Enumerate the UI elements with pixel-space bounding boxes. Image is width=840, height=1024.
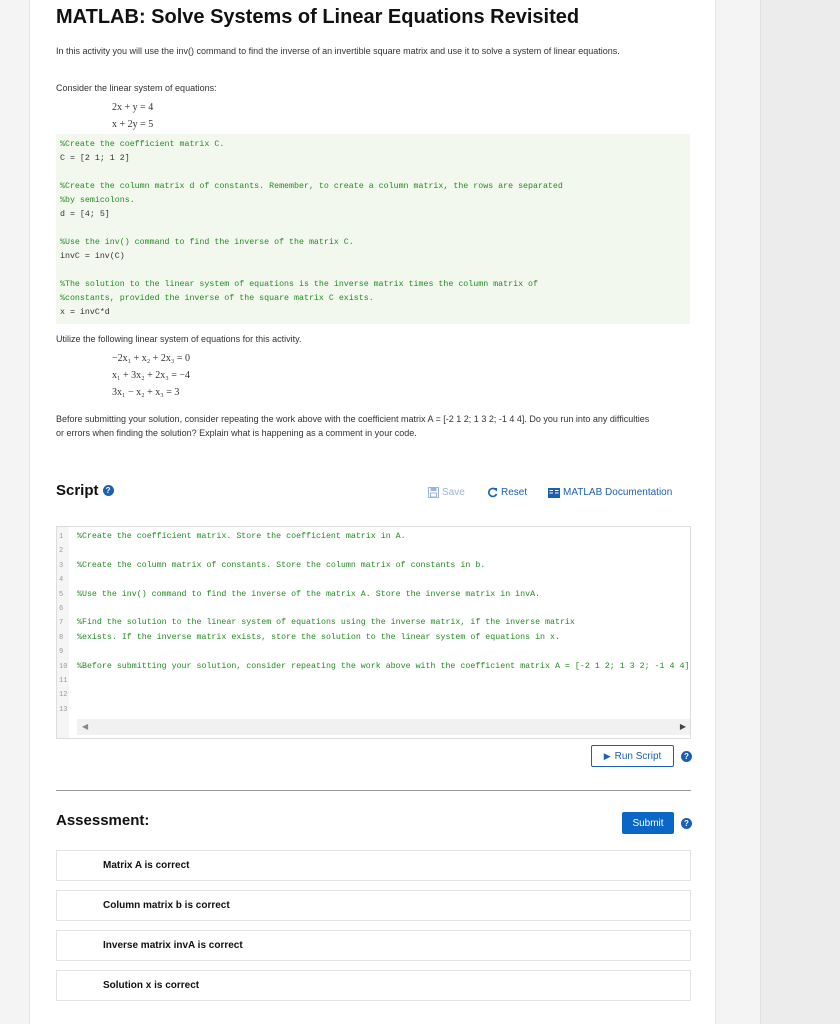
script-code-line[interactable]: %Create the coefficient matrix. Store th… bbox=[77, 532, 406, 541]
code-blank bbox=[60, 264, 686, 278]
line-number: 8 bbox=[59, 633, 64, 642]
line-number: 7 bbox=[59, 619, 64, 628]
before-submit-text: Before submitting your solution, conside… bbox=[56, 414, 650, 438]
scroll-right-icon[interactable]: ▶ bbox=[680, 722, 686, 731]
intro-text: In this activity you will use the inv() … bbox=[56, 46, 620, 56]
right-sidebar bbox=[760, 0, 840, 1024]
run-script-label: Run Script bbox=[614, 750, 662, 762]
script-code-line[interactable]: %exists. If the inverse matrix exists, s… bbox=[77, 633, 560, 642]
activity-equation: x₁ + 3x₂ + 2x₃ = −4 bbox=[112, 370, 191, 381]
script-code-line[interactable]: %Create the column matrix of constants. … bbox=[77, 561, 485, 570]
script-heading: Script bbox=[56, 482, 99, 499]
assessment-item: Matrix A is correct bbox=[56, 850, 691, 881]
documentation-icon bbox=[548, 487, 560, 498]
help-icon[interactable]: ? bbox=[102, 485, 114, 496]
line-number: 5 bbox=[59, 590, 64, 599]
reset-button[interactable]: Reset bbox=[487, 487, 527, 498]
run-script-button[interactable]: ▶ Run Script bbox=[591, 745, 674, 767]
code-blank bbox=[60, 222, 686, 236]
script-code-line[interactable]: %Find the solution to the linear system … bbox=[77, 618, 575, 627]
line-number: 1 bbox=[59, 533, 64, 541]
line-number: 13 bbox=[59, 705, 68, 714]
line-number: 11 bbox=[59, 677, 68, 685]
assessment-item: Column matrix b is correct bbox=[56, 890, 691, 921]
reset-icon bbox=[488, 487, 498, 498]
line-number: 6 bbox=[59, 605, 64, 613]
example-equations: 2x + y = 4 x + 2y = 5 bbox=[112, 99, 153, 133]
page-title: MATLAB: Solve Systems of Linear Equation… bbox=[56, 6, 580, 28]
example-code-block: %Create the coefficient matrix C. C = [2… bbox=[56, 134, 690, 324]
code-line: %by semicolons. bbox=[60, 196, 135, 205]
script-code-line[interactable]: %Before submitting your solution, consid… bbox=[77, 662, 689, 671]
save-icon bbox=[428, 487, 439, 498]
code-line: %Use the inv() command to find the inver… bbox=[60, 238, 354, 247]
save-button[interactable]: Save bbox=[428, 487, 465, 498]
help-icon[interactable]: ? bbox=[681, 751, 692, 762]
horizontal-scrollbar[interactable]: ◀ ▶ bbox=[77, 719, 690, 735]
line-number: 2 bbox=[59, 547, 64, 556]
section-divider bbox=[56, 790, 691, 791]
example-equation: x + 2y = 5 bbox=[112, 119, 154, 130]
example-equation: 2x + y = 4 bbox=[112, 102, 154, 113]
code-line: d = [4; 5] bbox=[60, 210, 110, 219]
code-line: %Create the column matrix d of constants… bbox=[60, 182, 563, 191]
documentation-label: MATLAB Documentation bbox=[563, 487, 673, 498]
line-number: 3 bbox=[59, 561, 64, 570]
scroll-left-icon[interactable]: ◀ bbox=[82, 722, 88, 731]
help-icon[interactable]: ? bbox=[681, 818, 692, 829]
code-line: %Create the coefficient matrix C. bbox=[60, 140, 225, 149]
activity-equations: −2x₁ + x₂ + 2x₃ = 0 x₁ + 3x₂ + 2x₃ = −4 … bbox=[112, 350, 190, 401]
submit-button[interactable]: Submit bbox=[622, 812, 674, 834]
code-line: %The solution to the linear system of eq… bbox=[60, 280, 538, 289]
assessment-heading: Assessment: bbox=[56, 812, 150, 829]
code-line: x = invC*d bbox=[60, 308, 110, 317]
code-line: invC = inv(C) bbox=[60, 252, 125, 261]
matlab-documentation-link[interactable]: MATLAB Documentation bbox=[548, 487, 672, 498]
script-header: Script ? bbox=[56, 482, 114, 499]
line-number: 9 bbox=[59, 648, 64, 657]
code-line: C = [2 1; 1 2] bbox=[60, 154, 130, 163]
utilize-text: Utilize the following linear system of e… bbox=[56, 334, 302, 344]
code-line: %constants, provided the inverse of the … bbox=[60, 294, 374, 303]
activity-equation: −2x₁ + x₂ + 2x₃ = 0 bbox=[112, 353, 191, 364]
line-number: 10 bbox=[59, 662, 68, 671]
reset-label: Reset bbox=[501, 487, 528, 498]
assessment-item: Inverse matrix invA is correct bbox=[56, 930, 691, 961]
activity-equation: 3x₁ − x₂ + x₃ = 3 bbox=[112, 387, 180, 398]
play-icon: ▶ bbox=[603, 750, 611, 761]
script-code-line[interactable]: %Use the inv() command to find the inver… bbox=[77, 590, 540, 599]
line-number: 12 bbox=[59, 691, 68, 700]
save-label: Save bbox=[442, 487, 465, 498]
consider-text: Consider the linear system of equations: bbox=[56, 83, 217, 93]
code-blank bbox=[60, 166, 686, 180]
script-editor[interactable]: 1 %Create the coefficient matrix. Store t… bbox=[56, 526, 691, 739]
assessment-item: Solution x is correct bbox=[56, 970, 691, 1001]
line-number: 4 bbox=[59, 576, 64, 585]
